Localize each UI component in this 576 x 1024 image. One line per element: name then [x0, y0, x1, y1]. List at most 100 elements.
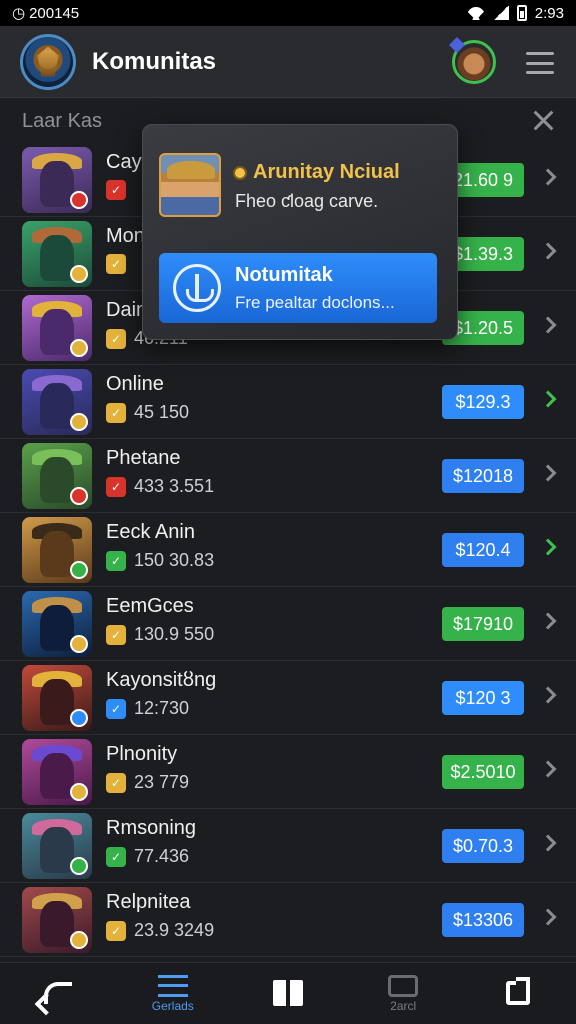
check-icon: ✓ [106, 624, 126, 645]
chevron-right-icon[interactable] [539, 242, 557, 260]
popup-card: Arunitay Nciual Fheo ƈloag carve. Notumi… [142, 124, 458, 340]
price-button[interactable]: $17910 [442, 607, 524, 641]
status-left-text: 200145 [29, 4, 80, 22]
price-button[interactable]: $2.5010 [442, 755, 524, 789]
list-item[interactable]: Eeck Anin ✓ 150 30.83 $120.4 [0, 513, 576, 587]
popup-avatar [159, 153, 221, 217]
game-thumbnail [22, 517, 92, 583]
platform-badge-icon [70, 635, 88, 653]
item-name: Eeck Anin [106, 521, 195, 543]
check-icon: ✓ [106, 328, 126, 349]
price-button[interactable]: $0.70.3 [442, 829, 524, 863]
battery-icon [516, 5, 527, 21]
notification-button[interactable]: Notumitak Fre pealtar doclons... [159, 253, 437, 323]
share-icon [506, 976, 531, 1005]
game-thumbnail [22, 665, 92, 731]
status-time: 2:93 [534, 4, 564, 22]
item-name: Online [106, 373, 164, 395]
price-button[interactable]: $13306 [442, 903, 524, 937]
item-name: Plnonity [106, 743, 178, 765]
platform-badge-icon [70, 783, 88, 801]
games-icon [157, 974, 188, 997]
chevron-right-icon[interactable] [539, 316, 557, 334]
list-item[interactable]: Online ✓ 45 150 $129.3 [0, 365, 576, 439]
list-item[interactable]: EemGces ✓ 130.9 550 $17910 [0, 587, 576, 661]
chevron-right-icon[interactable] [539, 168, 557, 186]
item-name: Kayonsitȣng [106, 669, 217, 691]
list-item[interactable]: Kayonsitȣng ✓ 12:730 $120 3 [0, 661, 576, 735]
menu-icon[interactable] [526, 52, 554, 74]
check-icon: ✓ [106, 698, 126, 719]
item-stat: 45 150 [134, 402, 190, 422]
platform-badge-icon [70, 339, 88, 357]
platform-badge-icon [70, 709, 88, 727]
chevron-right-icon[interactable] [539, 390, 557, 408]
price-button[interactable]: $120.4 [442, 533, 524, 567]
game-thumbnail [22, 295, 92, 361]
check-icon: ✓ [106, 180, 126, 200]
platform-badge-icon [70, 413, 88, 431]
platform-badge-icon [70, 487, 88, 505]
status-bar: ◷ 200145 2:93 [0, 0, 576, 26]
platform-badge-icon [70, 931, 88, 949]
store-icon [388, 974, 419, 997]
alarm-icon: ◷ [12, 5, 26, 22]
game-thumbnail [22, 221, 92, 287]
bottom-nav: Gerlads 2arcl [0, 962, 576, 1024]
notification-title: Notumitak [235, 263, 333, 286]
notification-icon [173, 264, 221, 312]
popup-title: Arunitay Nciual [253, 161, 400, 183]
nav-book[interactable] [230, 963, 345, 1024]
chevron-right-icon[interactable] [539, 834, 557, 852]
list-item[interactable]: Phetane ✓ 433 3.551 $12018 [0, 439, 576, 513]
item-stat: 12:730 [134, 698, 190, 718]
item-name: Phetane [106, 447, 181, 469]
price-button[interactable]: $12018 [442, 459, 524, 493]
price-button[interactable]: $129.3 [442, 385, 524, 419]
game-thumbnail [22, 887, 92, 953]
item-name: Mon [106, 225, 145, 247]
item-name: Rmsoning [106, 817, 197, 839]
app-bar: Komunitas [0, 26, 576, 98]
nav-games[interactable]: Gerlads [115, 963, 230, 1024]
chevron-right-icon[interactable] [539, 612, 557, 630]
nav-store-label: 2arcl [390, 998, 417, 1013]
book-icon [273, 979, 303, 1006]
chevron-right-icon[interactable] [539, 760, 557, 778]
app-logo[interactable] [20, 33, 76, 90]
page-title: Komunitas [92, 47, 217, 75]
back-icon [43, 981, 72, 1004]
chevron-right-icon[interactable] [539, 686, 557, 704]
nav-games-label: Gerlads [151, 998, 194, 1013]
item-name: Relpnitea [106, 891, 191, 913]
item-stat: 23.9 3249 [134, 920, 215, 940]
section-title: Laar Kas [22, 109, 103, 132]
list-item[interactable]: Plnonity ✓ 23 779 $2.5010 [0, 735, 576, 809]
profile-avatar[interactable] [452, 40, 496, 84]
close-icon[interactable] [532, 109, 554, 131]
check-icon: ✓ [106, 402, 126, 423]
nav-back[interactable] [0, 963, 115, 1024]
check-icon: ✓ [106, 550, 126, 571]
price-button[interactable]: $120 3 [442, 681, 524, 715]
item-stat: 433 3.551 [134, 476, 215, 496]
chevron-right-icon[interactable] [539, 538, 557, 556]
game-thumbnail [22, 813, 92, 879]
platform-badge-icon [70, 561, 88, 579]
check-icon: ✓ [106, 254, 126, 274]
platform-badge-icon [70, 857, 88, 875]
nav-share[interactable] [461, 963, 576, 1024]
game-thumbnail [22, 369, 92, 435]
item-stat: 23 779 [134, 772, 190, 792]
list-item[interactable]: Rmsoning ✓ 77.436 $0.70.3 [0, 809, 576, 883]
game-thumbnail [22, 443, 92, 509]
nav-store[interactable]: 2arcl [346, 963, 461, 1024]
check-icon: ✓ [106, 476, 126, 497]
chevron-right-icon[interactable] [539, 464, 557, 482]
game-thumbnail [22, 147, 92, 213]
item-stat: 77.436 [134, 846, 190, 866]
signal-icon [492, 6, 509, 20]
game-thumbnail [22, 739, 92, 805]
chevron-right-icon[interactable] [539, 908, 557, 926]
list-item[interactable]: Relpnitea ✓ 23.9 3249 $13306 [0, 883, 576, 957]
